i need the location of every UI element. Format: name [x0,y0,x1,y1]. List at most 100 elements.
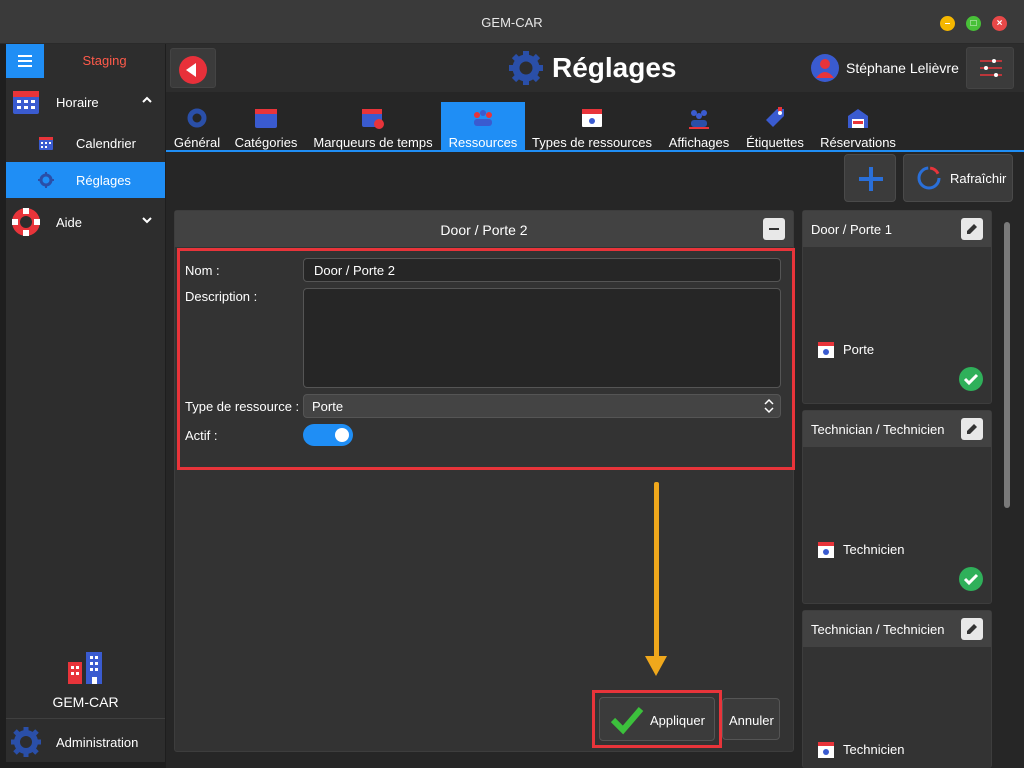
calendar-grid-icon [13,91,39,114]
annotation-arrow [654,482,659,658]
page-title: Réglages [552,52,677,83]
resource-type-value: Porte [312,399,344,414]
active-label: Actif : [185,428,218,443]
back-button[interactable] [170,48,216,88]
resource-card-header: Technician / Technicien [803,411,991,447]
select-arrows-icon [764,398,774,414]
edit-button[interactable] [961,418,983,440]
editor-header: Door / Porte 2 [175,211,793,247]
sidebar: Staging Horaire Calendrier Réglages Aide… [6,44,165,762]
settings-tabs: Général Catégories Marqueurs de temps Re… [166,102,1024,152]
apply-button[interactable]: Appliquer [599,697,715,741]
tab-general[interactable]: Général [170,102,224,150]
sidebar-item-label: Réglages [76,173,131,188]
window-title: GEM-CAR [481,15,543,30]
team-icon [474,110,492,126]
group-display-icon [689,110,709,129]
tab-marqueurs-de-temps[interactable]: Marqueurs de temps [312,102,434,150]
refresh-icon [917,166,941,190]
sidebar-item-label: Horaire [56,95,99,110]
window-titlebar: GEM-CAR – □ × [0,0,1024,44]
sidebar-item-horaire[interactable]: Horaire [6,84,165,120]
refresh-button[interactable]: Rafraîchir [903,154,1013,202]
checkmark-icon [610,707,644,735]
resource-card-header: Door / Porte 1 [803,211,991,247]
brand-name: GEM-CAR [52,694,119,710]
resource-card-type: Technicien [843,542,905,557]
environment-label: Staging [82,53,127,68]
tab-ressources[interactable]: Ressources [441,102,525,150]
close-window-button[interactable]: × [992,16,1007,31]
resource-card[interactable]: Technician / Technicien Technicien [802,610,992,768]
maximize-button[interactable]: □ [966,16,981,31]
lifebuoy-icon [12,208,40,236]
sidebar-item-label: Administration [56,735,139,750]
cards-scrollbar[interactable] [1004,222,1010,508]
resource-card[interactable]: Door / Porte 1 Porte [802,210,992,404]
tab-etiquettes[interactable]: Étiquettes [744,102,806,150]
chevron-down-icon [141,213,153,229]
sidebar-item-label: Calendrier [76,136,136,151]
edit-button[interactable] [961,218,983,240]
cancel-button[interactable]: Annuler [722,698,780,740]
name-label: Nom : [185,263,220,278]
resource-card-title: Door / Porte 1 [811,222,892,237]
gear-icon [11,727,41,757]
resource-type-label: Type de ressource : [185,399,300,414]
name-input[interactable] [303,258,781,282]
page-header: Réglages Stéphane Lelièvre [166,44,1024,92]
sidebar-item-reglages[interactable]: Réglages [6,162,165,198]
resource-card-type: Technicien [843,742,905,757]
technician-type-icon [818,742,834,758]
chevron-up-icon [141,93,153,109]
active-check-icon [959,567,983,591]
resource-card-title: Technician / Technicien [811,622,945,637]
description-label: Description : [185,289,258,304]
sidebar-item-calendrier[interactable]: Calendrier [6,125,165,161]
plus-icon [859,167,883,191]
sidebar-item-aide[interactable]: Aide [6,204,165,240]
back-arrow-icon [179,56,207,84]
editor-title: Door / Porte 2 [440,222,528,238]
minimize-button[interactable]: – [940,16,955,31]
door-type-icon [818,342,834,358]
resource-card-type: Porte [843,342,875,357]
resource-card-title: Technician / Technicien [811,422,945,437]
tab-categories[interactable]: Catégories [232,102,300,150]
gear-icon [509,51,543,85]
sliders-icon [980,59,1002,77]
apply-label: Appliquer [650,713,705,728]
active-check-icon [959,367,983,391]
divider [6,718,165,719]
tab-reservations[interactable]: Réservations [818,102,898,150]
resource-type-select[interactable]: Porte [303,394,781,418]
resource-card[interactable]: Technician / Technicien Technicien [802,410,992,604]
collapse-button[interactable] [763,218,785,240]
garage-icon [848,109,868,128]
calendar-clock-icon [362,109,384,129]
hamburger-menu-button[interactable] [6,44,44,78]
edit-button[interactable] [961,618,983,640]
tab-affichages[interactable]: Affichages [666,102,732,150]
cancel-label: Annuler [729,713,774,728]
gear-icon [38,172,54,188]
refresh-label: Rafraîchir [950,171,1007,186]
resource-editor-panel: Door / Porte 2 Nom : Description : Type … [174,210,795,752]
main-content: Réglages Stéphane Lelièvre Général Catég… [166,44,1024,768]
calendar-icon [255,109,277,128]
add-resource-button[interactable] [844,154,896,202]
options-menu-button[interactable] [966,47,1014,89]
tab-types-de-ressources[interactable]: Types de ressources [532,102,652,150]
gear-icon [187,108,207,128]
administration-button[interactable]: Administration [6,724,165,760]
user-avatar-icon [811,54,839,82]
calendar-icon [39,137,53,150]
annotation-arrow-head [645,656,667,676]
technician-type-icon [818,542,834,558]
sidebar-item-label: Aide [56,215,83,230]
active-toggle[interactable] [303,424,353,446]
user-name[interactable]: Stéphane Lelièvre [846,60,959,76]
pencil-icon [967,224,977,234]
description-textarea[interactable] [303,288,781,388]
pencil-icon [967,624,977,634]
